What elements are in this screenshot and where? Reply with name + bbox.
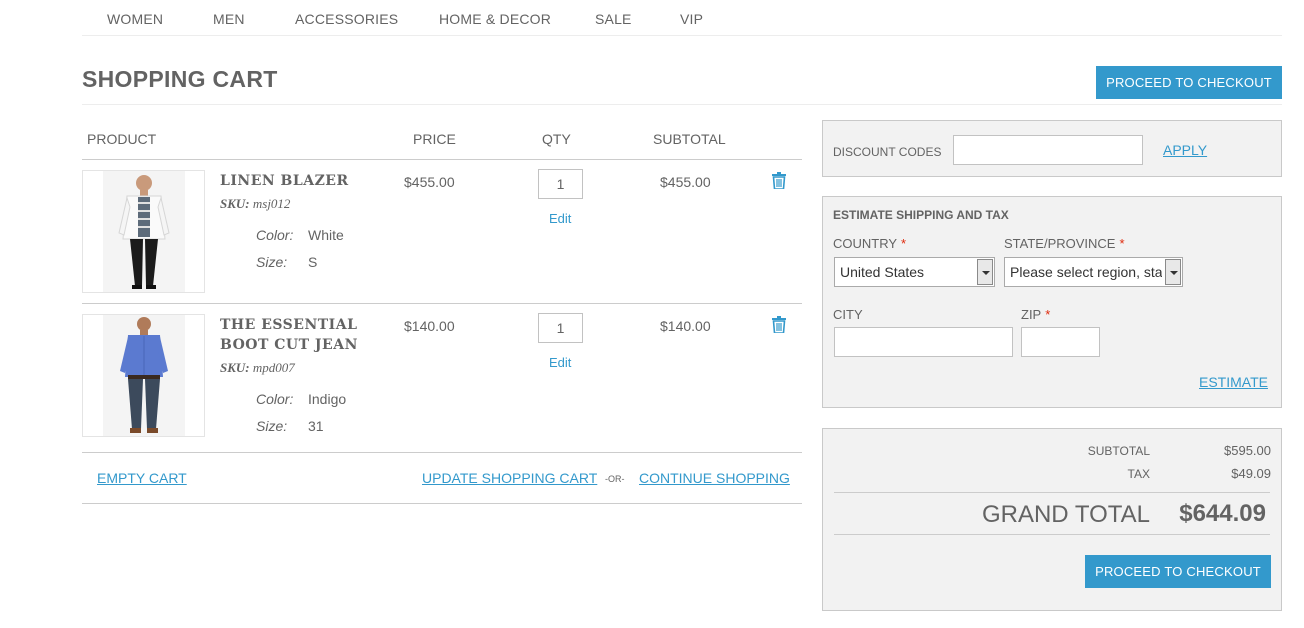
header-price: PRICE [413, 131, 456, 147]
subtotal-value: $595.00 [1224, 443, 1271, 458]
sku-value: msj012 [252, 196, 291, 211]
chevron-down-icon [1165, 259, 1181, 285]
trash-icon[interactable] [772, 316, 786, 333]
totals-divider [834, 492, 1270, 493]
city-label: CITY [833, 307, 863, 322]
continue-shopping-link[interactable]: CONTINUE SHOPPING [639, 470, 790, 486]
subtotal-label: SUBTOTAL [1087, 444, 1150, 458]
required-mark: * [901, 236, 907, 251]
country-label-text: COUNTRY [833, 236, 898, 251]
country-label: COUNTRY * [833, 236, 906, 251]
product-name[interactable]: LINEN BLAZER [220, 171, 380, 191]
page-title: SHOPPING CART [82, 66, 278, 92]
shipping-panel: ESTIMATE SHIPPING AND TAX COUNTRY * Unite… [822, 196, 1282, 408]
chevron-down-icon [977, 259, 993, 285]
actions-divider [82, 503, 802, 504]
top-nav: WOMEN MEN ACCESSORIES HOME & DECOR SALE … [82, 0, 1282, 36]
sku-label: SKU: [220, 196, 250, 211]
discount-code-input[interactable] [953, 135, 1143, 165]
nav-item-sale[interactable]: SALE [595, 11, 632, 27]
nav-item-women[interactable]: WOMEN [107, 11, 163, 27]
item-subtotal: $140.00 [660, 318, 711, 334]
nav-item-men[interactable]: MEN [213, 11, 245, 27]
nav-item-home-decor[interactable]: HOME & DECOR [439, 11, 551, 27]
boot-cut-jean-image[interactable] [82, 314, 205, 437]
linen-blazer-image[interactable] [82, 170, 205, 293]
option-value-color: Indigo [308, 391, 347, 407]
edit-link[interactable]: Edit [549, 211, 571, 226]
estimate-link[interactable]: ESTIMATE [1199, 374, 1268, 390]
option-value-size: 31 [308, 418, 324, 434]
zip-input[interactable] [1021, 327, 1100, 357]
product-name[interactable]: THE ESSENTIAL BOOT CUT JEAN [220, 315, 380, 355]
totals-panel: SUBTOTAL $595.00 TAX $49.09 GRAND TOTAL … [822, 428, 1282, 611]
option-label-size: Size: [256, 254, 288, 270]
proceed-to-checkout-bottom-button[interactable]: PROCEED TO CHECKOUT [1085, 555, 1271, 588]
item-subtotal: $455.00 [660, 174, 711, 190]
state-select[interactable]: Please select region, state or province [1004, 257, 1183, 287]
proceed-to-checkout-top-button[interactable]: PROCEED TO CHECKOUT [1096, 66, 1282, 99]
state-label-text: STATE/PROVINCE [1004, 236, 1116, 251]
header-product: PRODUCT [87, 131, 157, 147]
nav-item-accessories[interactable]: ACCESSORIES [295, 11, 398, 27]
totals-divider [834, 534, 1270, 535]
state-select-value: Please select region, state or province [1010, 264, 1162, 280]
item-price: $455.00 [404, 174, 455, 190]
product-name-line: BOOT CUT JEAN [220, 337, 358, 353]
trash-icon[interactable] [772, 172, 786, 189]
city-input[interactable] [834, 327, 1013, 357]
option-value-size: S [308, 254, 318, 270]
item-price: $140.00 [404, 318, 455, 334]
nav-item-vip[interactable]: VIP [680, 11, 703, 27]
country-select-value: United States [840, 264, 925, 280]
white-blazer-product-photo-icon [103, 171, 185, 292]
sku-label: SKU: [220, 360, 250, 375]
option-value-color: White [308, 227, 344, 243]
header-qty: QTY [542, 131, 571, 147]
sku-value: mpd007 [252, 360, 295, 375]
product-sku: SKU: msj012 [220, 196, 290, 212]
update-cart-link[interactable]: UPDATE SHOPPING CART [422, 470, 597, 486]
qty-input[interactable]: 1 [538, 313, 583, 343]
state-label: STATE/PROVINCE * [1004, 236, 1125, 251]
table-header-divider [82, 159, 802, 160]
qty-input[interactable]: 1 [538, 169, 583, 199]
discount-label: DISCOUNT CODES [833, 145, 942, 159]
apply-link[interactable]: APPLY [1163, 142, 1207, 158]
tax-label: TAX [1127, 467, 1150, 481]
edit-link[interactable]: Edit [549, 355, 571, 370]
discount-panel: DISCOUNT CODES APPLY [822, 120, 1282, 177]
grand-total-value: $644.09 [1179, 500, 1266, 527]
product-name-line: THE ESSENTIAL [220, 317, 358, 333]
required-mark: * [1119, 236, 1125, 251]
blue-shirt-jeans-product-photo-icon [103, 315, 185, 436]
zip-label: ZIP * [1021, 307, 1050, 322]
empty-cart-link[interactable]: EMPTY CART [97, 470, 187, 486]
header-subtotal: SUBTOTAL [653, 131, 726, 147]
option-label-size: Size: [256, 418, 288, 434]
product-sku: SKU: mpd007 [220, 360, 295, 376]
zip-label-text: ZIP [1021, 307, 1042, 322]
or-separator: -OR- [605, 474, 625, 484]
row-divider [82, 452, 802, 453]
option-label-color: Color: [256, 227, 294, 243]
option-label-color: Color: [256, 391, 294, 407]
required-mark: * [1045, 307, 1051, 322]
title-divider [82, 104, 1282, 105]
shipping-title: ESTIMATE SHIPPING AND TAX [833, 208, 1009, 222]
row-divider [82, 303, 802, 304]
tax-value: $49.09 [1231, 466, 1271, 481]
grand-total-label: GRAND TOTAL [981, 501, 1150, 528]
country-select[interactable]: United States [834, 257, 995, 287]
